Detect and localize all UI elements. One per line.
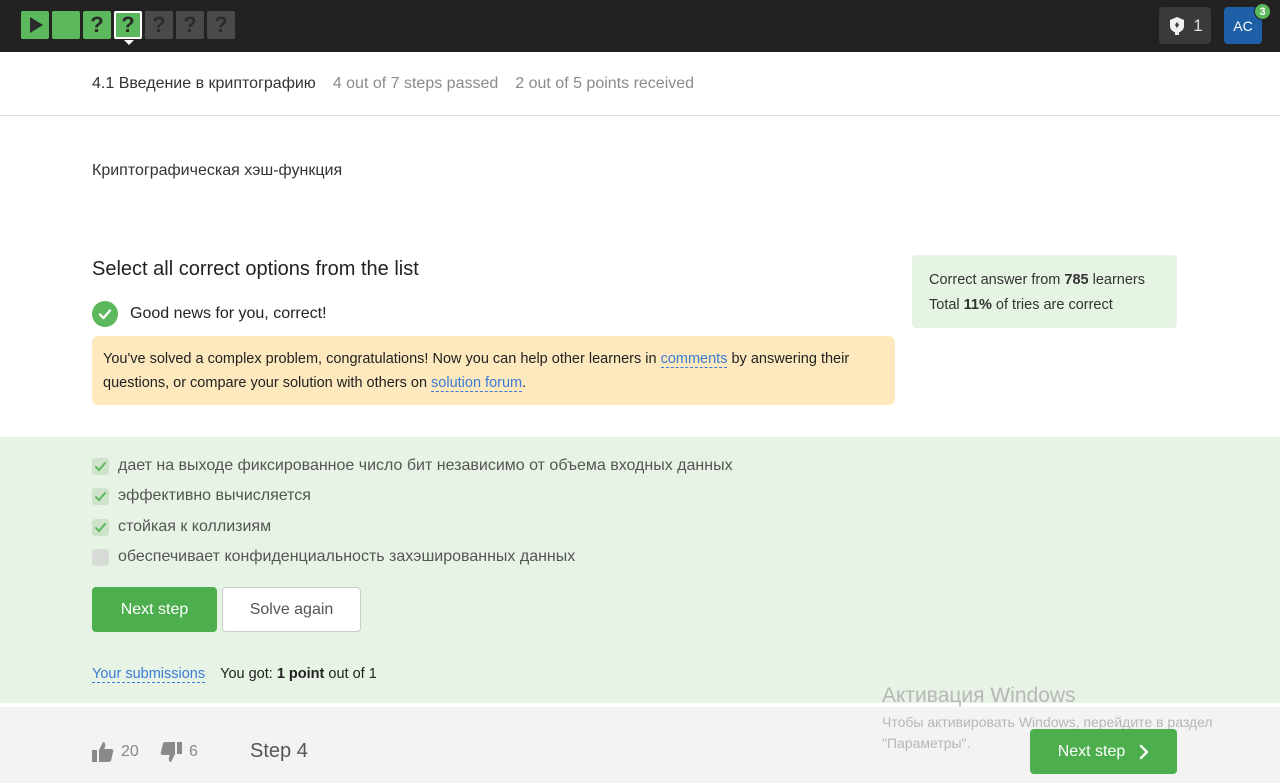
thumbs-down-icon: [160, 742, 182, 762]
stats-box: Correct answer from 785 learners Total 1…: [912, 255, 1177, 328]
step-5-quiz[interactable]: ?: [145, 11, 173, 39]
next-step-button[interactable]: Next step: [92, 587, 217, 632]
chevron-right-icon: [1140, 744, 1149, 759]
comments-link[interactable]: comments: [660, 351, 728, 368]
thumbs-up-icon: [92, 742, 114, 762]
score-points: 1 point: [276, 666, 325, 682]
answer-area: [0, 437, 1280, 703]
option-4[interactable]: обеспечивает конфиденциальность захэширо…: [92, 548, 575, 566]
score-suffix: out of 1: [324, 666, 377, 682]
solve-again-button[interactable]: Solve again: [222, 587, 361, 632]
stats-percent: Total 11% of tries are correct: [929, 293, 1160, 318]
step-1-video[interactable]: [21, 11, 49, 39]
footer-next-step-label: Next step: [1057, 742, 1126, 760]
dislike-button[interactable]: 6: [159, 741, 198, 763]
congrats-text-3: .: [522, 375, 527, 391]
footer-next-step-button[interactable]: Next step: [1030, 729, 1177, 774]
steps-passed: 4 out of 7 steps passed: [332, 74, 499, 92]
learners-count: 785: [1064, 272, 1089, 288]
option-2[interactable]: эффективно вычисляется: [92, 487, 311, 505]
lesson-title[interactable]: 4.1 Введение в криптографию: [92, 75, 316, 93]
score-text: You got: 1 point out of 1: [220, 666, 377, 683]
likes-count: 20: [121, 743, 139, 760]
stats-percent-prefix: Total: [929, 297, 964, 313]
step-4-quiz-current[interactable]: ?: [114, 11, 142, 45]
checkbox-checked-icon[interactable]: [92, 487, 109, 505]
quiz-title: Select all correct options from the list: [92, 258, 419, 280]
correct-message: Good news for you, correct!: [130, 305, 327, 322]
stats-percent-suffix: of tries are correct: [991, 297, 1113, 313]
step-navigation: ? ? ? ? ?: [21, 11, 235, 45]
stats-learners: Correct answer from 785 learners: [929, 268, 1160, 293]
stats-learners-prefix: Correct answer from: [929, 272, 1065, 288]
step-5-label: ?: [152, 12, 166, 37]
avatar-initials: AC: [1233, 17, 1253, 34]
avatar-badge: 3: [1254, 3, 1271, 20]
option-label: стойкая к коллизиям: [118, 518, 272, 535]
step-2-text[interactable]: [52, 11, 80, 39]
checkbox-unchecked-icon[interactable]: [92, 548, 109, 566]
check-circle-icon: [92, 301, 118, 327]
step-7-label: ?: [214, 12, 228, 37]
achievements-count: 1: [1193, 15, 1203, 35]
correct-feedback: Good news for you, correct!: [92, 301, 327, 327]
step-6-label: ?: [183, 12, 197, 37]
step-3-label: ?: [90, 12, 104, 37]
your-submissions-link[interactable]: Your submissions: [92, 666, 206, 683]
option-label: дает на выходе фиксированное число бит н…: [118, 457, 733, 474]
points-received: 2 out of 5 points received: [515, 74, 695, 92]
step-6-quiz[interactable]: ?: [176, 11, 204, 39]
checkbox-checked-icon[interactable]: [92, 518, 109, 536]
step-4-label: ?: [121, 12, 135, 37]
option-1[interactable]: дает на выходе фиксированное число бит н…: [92, 457, 733, 475]
play-icon: [30, 17, 43, 33]
stats-learners-suffix: learners: [1088, 272, 1145, 288]
step-label: Step 4: [250, 740, 308, 762]
option-label: обеспечивает конфиденциальность захэширо…: [118, 548, 576, 565]
step-7-quiz[interactable]: ?: [207, 11, 235, 39]
top-bar: ? ? ? ? ? 1 AC 3: [0, 0, 1280, 52]
option-label: эффективно вычисляется: [118, 487, 311, 504]
lesson-header: 4.1 Введение в криптографию 4 out of 7 s…: [0, 52, 1280, 116]
trophy-icon: [1170, 16, 1185, 35]
percent-value: 11%: [963, 297, 992, 313]
checkbox-checked-icon[interactable]: [92, 457, 109, 475]
solution-forum-link[interactable]: solution forum: [431, 375, 523, 392]
dislikes-count: 6: [189, 743, 198, 760]
submissions-row: Your submissions You got: 1 point out of…: [92, 666, 377, 683]
step-title: Криптографическая хэш-функция: [92, 162, 343, 179]
achievements-button[interactable]: 1: [1159, 7, 1211, 44]
score-prefix: You got:: [220, 666, 277, 682]
option-3[interactable]: стойкая к коллизиям: [92, 518, 271, 536]
step-3-quiz[interactable]: ?: [83, 11, 111, 39]
windows-activation-title: Активация Windows: [882, 684, 1076, 707]
congrats-text-1: You've solved a complex problem, congrat…: [103, 351, 661, 367]
congrats-box: You've solved a complex problem, congrat…: [92, 336, 895, 405]
like-button[interactable]: 20: [91, 741, 139, 763]
